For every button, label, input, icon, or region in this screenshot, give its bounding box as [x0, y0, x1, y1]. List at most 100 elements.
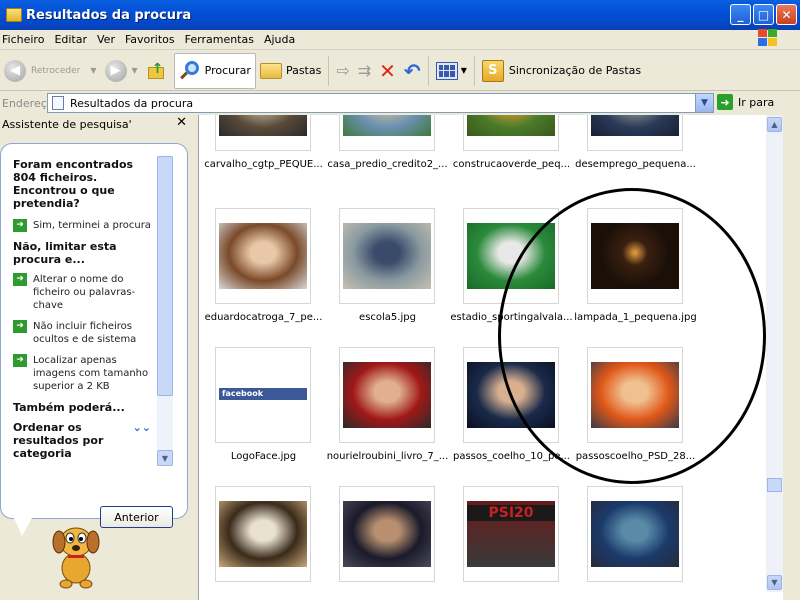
- finish-search-link[interactable]: ➜ Sim, terminei a procura: [13, 219, 153, 232]
- thumbnail-frame[interactable]: [587, 115, 683, 151]
- green-arrow-icon: ➜: [13, 219, 27, 232]
- scroll-down-icon[interactable]: ▼: [767, 575, 782, 590]
- undo-icon: ↶: [403, 58, 421, 83]
- file-name-label: carvalho_cgtp_PEQUE...: [204, 159, 323, 170]
- thumbnail-frame[interactable]: [215, 115, 311, 151]
- sync-folders-button[interactable]: S Sincronização de Pastas: [478, 53, 645, 89]
- back-button[interactable]: ◀ Retroceder ▼: [0, 53, 101, 89]
- back-label: Retroceder: [31, 65, 81, 76]
- folders-icon: [259, 62, 282, 79]
- also-heading: Também poderá...: [13, 401, 125, 414]
- move-to-icon: ⇨: [336, 61, 350, 80]
- thumbnail-frame[interactable]: [215, 486, 311, 582]
- scroll-down-icon[interactable]: ▼: [157, 450, 173, 466]
- scroll-up-icon[interactable]: ▲: [767, 117, 782, 132]
- scroll-thumb[interactable]: [157, 156, 173, 396]
- thumbnail-frame[interactable]: PSI20: [463, 486, 559, 582]
- title-bar[interactable]: Resultados da procura _ □ ✕: [0, 0, 800, 30]
- chevron-down-icon[interactable]: ▼: [695, 94, 713, 112]
- go-label: Ir para: [738, 95, 775, 109]
- image-preview: PSI20: [467, 501, 555, 567]
- chevron-down-icon[interactable]: ▼: [132, 66, 138, 75]
- menu-bar: Ficheiro Editar Ver Favoritos Ferramenta…: [0, 30, 800, 50]
- menu-ver[interactable]: Ver: [94, 33, 122, 46]
- search-icon: [179, 60, 201, 82]
- folders-button[interactable]: Pastas: [256, 53, 325, 89]
- file-name-label: eduardocatroga_7_pe...: [204, 312, 323, 323]
- close-icon[interactable]: ✕: [176, 115, 187, 130]
- address-bar: Endereço Resultados da procura ▼ ➜ Ir pa…: [0, 91, 800, 115]
- file-name-label: construcaoverde_peq...: [452, 159, 571, 170]
- views-button[interactable]: ▼: [432, 53, 471, 89]
- thumbnail-frame[interactable]: [463, 115, 559, 151]
- exclude-hidden-link[interactable]: ➜ Não incluir ficheiros ocultos e de sis…: [13, 320, 153, 346]
- images-over-2kb-link[interactable]: ➜ Localizar apenas imagens com tamanho s…: [13, 354, 153, 393]
- thumbnail-frame[interactable]: facebook: [215, 347, 311, 443]
- sync-label: Sincronização de Pastas: [508, 64, 642, 77]
- go-arrow-icon: ➜: [717, 94, 733, 110]
- thumbnail-frame[interactable]: [339, 486, 435, 582]
- address-label: Endereço: [2, 96, 54, 110]
- up-folder-button[interactable]: ↑: [142, 53, 170, 89]
- image-preview: [343, 501, 431, 567]
- maximize-button[interactable]: □: [753, 4, 774, 25]
- file-name-label: nourielroubini_livro_7_...: [326, 451, 449, 462]
- results-heading: Foram encontrados 804 ficheiros. Encontr…: [13, 158, 134, 210]
- close-button[interactable]: ✕: [776, 4, 797, 25]
- rover-dog-icon[interactable]: [46, 518, 106, 590]
- go-button[interactable]: ➜ Ir para: [717, 94, 774, 110]
- folder-search-icon: [6, 8, 22, 22]
- chevron-down-icon[interactable]: ▼: [461, 66, 467, 75]
- file-name-label: desemprego_pequena...: [575, 159, 696, 170]
- change-name-link[interactable]: ➜ Alterar o nome do ficheiro ou palavras…: [13, 273, 153, 312]
- bubble-tail: [14, 518, 32, 536]
- sort-by-category-link[interactable]: Ordenar os resultados por categoria ⌄⌄: [13, 421, 153, 460]
- image-preview: [343, 362, 431, 428]
- psi20-sign: PSI20: [467, 505, 555, 521]
- facebook-logo: facebook: [219, 388, 307, 400]
- green-arrow-icon: ➜: [13, 354, 27, 367]
- forward-button[interactable]: ▶ ▼: [101, 53, 142, 89]
- menu-ferramentas[interactable]: Ferramentas: [182, 33, 261, 46]
- minimize-button[interactable]: _: [730, 4, 751, 25]
- results-scrollbar[interactable]: ▲ ▼: [766, 115, 783, 592]
- explorer-window: Resultados da procura _ □ ✕ Ficheiro Edi…: [0, 0, 800, 600]
- window-title: Resultados da procura: [26, 7, 192, 23]
- views-icon: [435, 61, 458, 80]
- back-button-anterior[interactable]: Anterior: [100, 506, 173, 528]
- green-arrow-icon: ➜: [13, 273, 27, 286]
- copy-to-button[interactable]: ⇉: [354, 53, 375, 89]
- file-name-label: escola5.jpg: [359, 312, 416, 323]
- folders-label: Pastas: [285, 64, 322, 77]
- delete-button[interactable]: ✕: [375, 53, 400, 89]
- thumbnail-frame[interactable]: [339, 347, 435, 443]
- menu-favoritos[interactable]: Favoritos: [122, 33, 182, 46]
- chevron-down-icon[interactable]: ▼: [90, 66, 96, 75]
- thumbnail-frame[interactable]: [587, 486, 683, 582]
- double-chevron-down-icon[interactable]: ⌄⌄: [133, 421, 151, 460]
- search-assistant-header: Assistente de pesquisa' ✕: [0, 115, 197, 133]
- menu-ficheiro[interactable]: Ficheiro: [0, 33, 51, 46]
- toolbar: ◀ Retroceder ▼ ▶ ▼ ↑ Procurar Pastas ⇨ ⇉…: [0, 51, 800, 91]
- address-input[interactable]: Resultados da procura ▼: [47, 93, 714, 113]
- refine-heading: Não, limitar esta procura e...: [13, 240, 117, 266]
- move-to-button[interactable]: ⇨: [332, 53, 353, 89]
- file-name-label: casa_predio_credito2_...: [327, 159, 448, 170]
- green-arrow-icon: ➜: [13, 320, 27, 333]
- scroll-thumb[interactable]: [767, 478, 782, 492]
- image-preview: [343, 115, 431, 136]
- thumbnail-frame[interactable]: [339, 115, 435, 151]
- search-button[interactable]: Procurar: [173, 52, 256, 89]
- thumbnail-frame[interactable]: [339, 208, 435, 304]
- menu-ajuda[interactable]: Ajuda: [261, 33, 302, 46]
- sync-icon: S: [481, 59, 504, 82]
- undo-button[interactable]: ↶: [400, 53, 425, 89]
- menu-editar[interactable]: Editar: [51, 33, 94, 46]
- search-assistant-pane: Assistente de pesquisa' ✕ Foram encontra…: [0, 115, 197, 600]
- image-preview: facebook: [219, 388, 307, 400]
- assistant-scrollbar[interactable]: ▼: [157, 156, 173, 466]
- delete-icon: ✕: [379, 58, 396, 83]
- windows-logo-icon: [758, 29, 778, 47]
- image-preview: [467, 115, 555, 136]
- thumbnail-frame[interactable]: [215, 208, 311, 304]
